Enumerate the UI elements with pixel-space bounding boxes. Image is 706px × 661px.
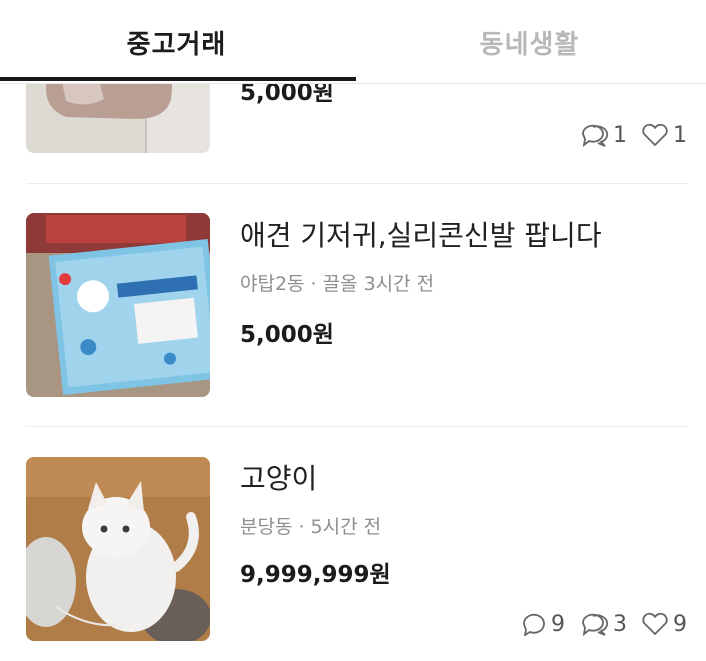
chat-bubbles-icon <box>579 611 609 637</box>
item-price: 5,000원 <box>240 322 334 348</box>
item-title: 애견 기저귀,실리콘신발 팝니다 <box>240 219 602 252</box>
list-item[interactable]: 애견 기저귀,실리콘신발 팝니다 야탑2동 · 끌올 3시간 전 5,000원 <box>0 184 706 426</box>
like-stat: 9 <box>641 612 687 637</box>
item-stats: 1 1 <box>579 122 687 148</box>
meta-separator: · <box>310 273 317 295</box>
comment-count: 9 <box>551 611 565 637</box>
heart-icon <box>641 123 669 147</box>
chat-bubbles-icon <box>579 122 609 148</box>
item-meta: 분당동 · 5시간 전 <box>240 512 381 539</box>
item-thumbnail[interactable] <box>26 213 210 397</box>
comment-stat: 9 <box>521 612 565 637</box>
comment-icon <box>521 612 547 636</box>
active-tab-indicator <box>0 77 356 81</box>
like-count: 9 <box>673 611 687 637</box>
item-meta: 야탑2동 · 끌올 3시간 전 <box>240 269 434 296</box>
item-location: 분당동 <box>240 516 293 538</box>
tab-bar: 중고거래 동네생활 <box>0 0 706 84</box>
meta-separator: · <box>298 516 305 538</box>
item-stats: 9 3 9 <box>521 611 687 637</box>
item-price: 9,999,999원 <box>240 562 391 588</box>
product-list: 5,000원 1 1 애견 기저귀,실리콘신발 팝니다 야탑2동 · 끌올 3시… <box>0 0 706 661</box>
tab-used-trade[interactable]: 중고거래 <box>0 0 353 84</box>
like-count: 1 <box>673 122 687 148</box>
tab-neighborhood-life[interactable]: 동네생활 <box>353 0 706 84</box>
like-stat: 1 <box>641 123 687 148</box>
chat-stat: 3 <box>579 611 627 637</box>
chat-stat: 1 <box>579 122 627 148</box>
list-item[interactable]: 고양이 분당동 · 5시간 전 9,999,999원 9 3 9 <box>0 427 706 661</box>
item-location: 야탑2동 <box>240 273 305 295</box>
item-title: 고양이 <box>240 462 318 495</box>
item-thumbnail[interactable] <box>26 457 210 641</box>
tab-bar-border <box>0 83 706 84</box>
item-time: 5시간 전 <box>310 516 382 538</box>
heart-icon <box>641 612 669 636</box>
item-time: 끌올 3시간 전 <box>322 273 435 295</box>
chat-count: 3 <box>613 611 627 637</box>
chat-count: 1 <box>613 122 627 148</box>
